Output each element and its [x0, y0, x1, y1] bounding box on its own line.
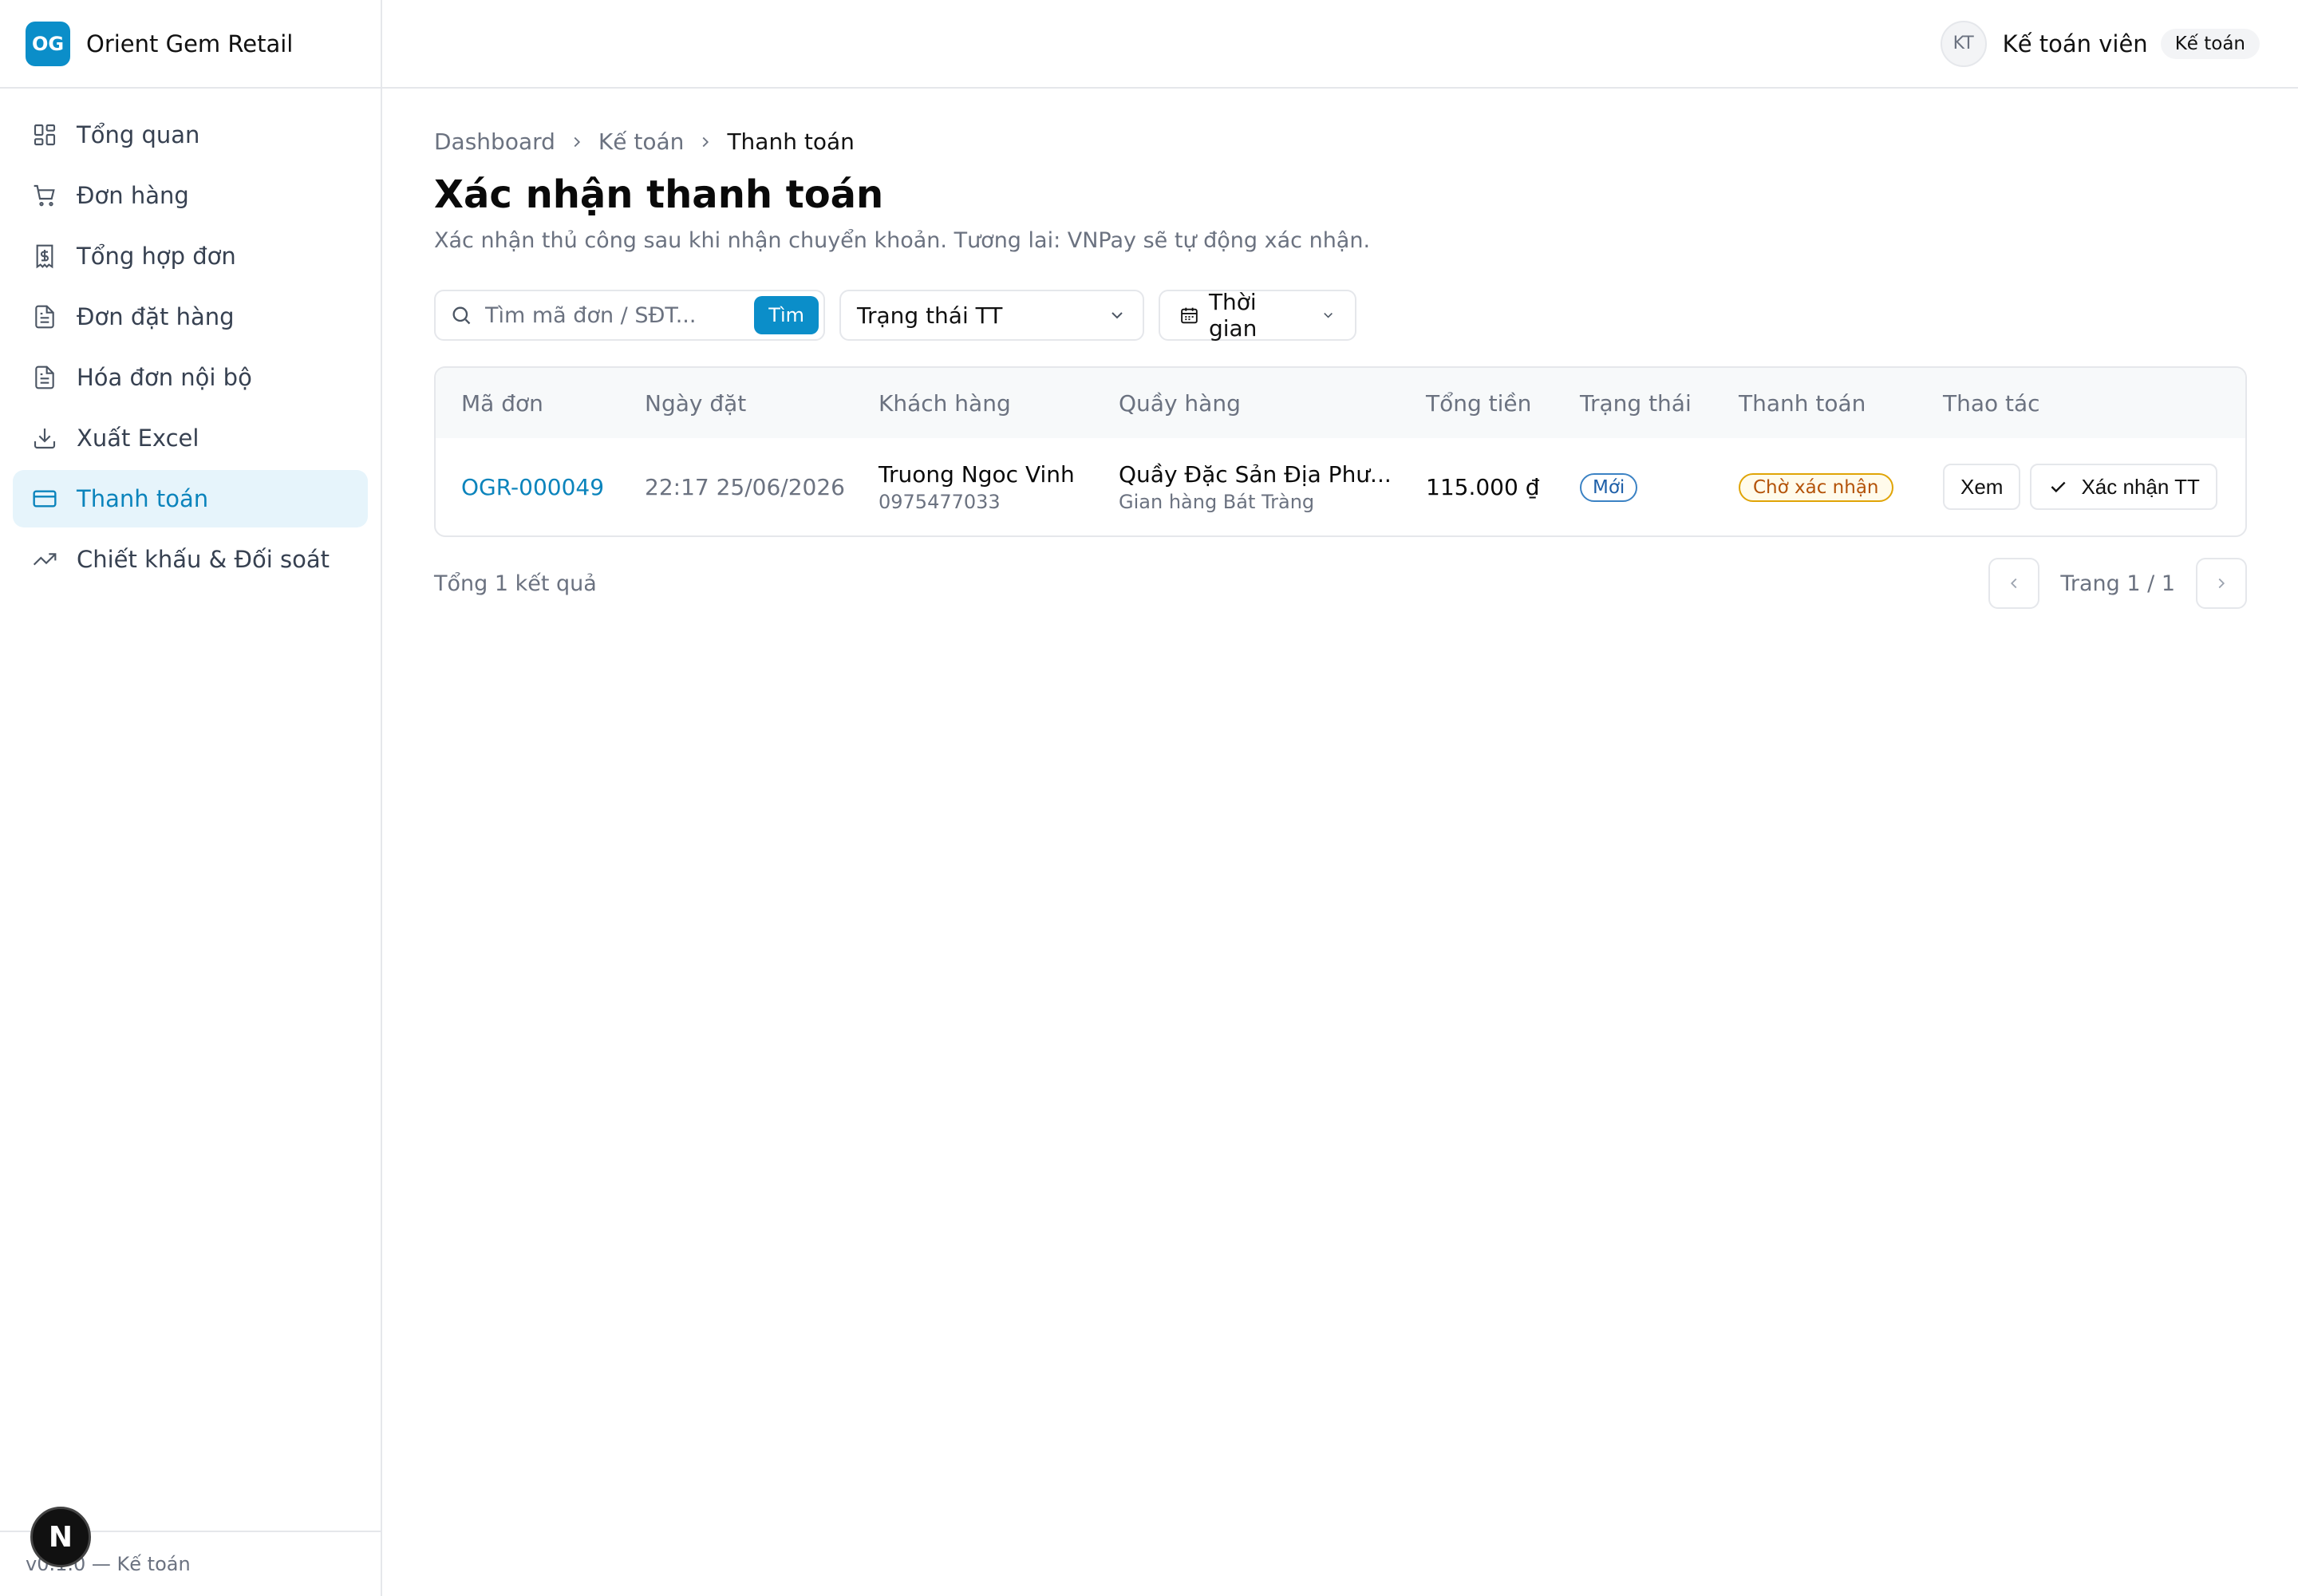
- payment-status-select[interactable]: Trạng thái TT: [839, 290, 1144, 341]
- column-header-customer: Khách hàng: [879, 389, 1011, 417]
- page-subtitle: Xác nhận thủ công sau khi nhận chuyển kh…: [434, 228, 1371, 253]
- sidebar-item-export-excel[interactable]: Xuất Excel: [13, 409, 368, 467]
- sidebar-item-label: Thanh toán: [77, 485, 209, 512]
- document-icon: [32, 365, 57, 390]
- payment-status-select-value: Trạng thái TT: [857, 302, 1003, 329]
- breadcrumb-link-dashboard[interactable]: Dashboard: [434, 128, 555, 155]
- sidebar-item-label: Chiết khấu & Đối soát: [77, 546, 330, 573]
- sidebar-item-discount-reconciliation[interactable]: Chiết khấu & Đối soát: [13, 531, 368, 588]
- payments-table: Mã đơn Ngày đặt Khách hàng Quầy hàng Tổn…: [434, 366, 2247, 537]
- chevron-right-icon: [703, 136, 709, 147]
- calendar-icon: [1181, 307, 1198, 324]
- sidebar-item-internal-invoices[interactable]: Hóa đơn nội bộ: [13, 349, 368, 406]
- cart-icon: [32, 183, 57, 208]
- sidebar-item-purchase-orders[interactable]: Đơn đặt hàng: [13, 288, 368, 346]
- page-title: Xác nhận thanh toán: [434, 172, 884, 217]
- sidebar-item-payments[interactable]: Thanh toán: [13, 470, 368, 527]
- sidebar-nav: Tổng quan Đơn hàng Tổng hợp đơn Đơn đặt …: [0, 89, 381, 588]
- sidebar: OG Orient Gem Retail Tổng quan Đơn hàng …: [0, 0, 382, 1596]
- user-name: Kế toán viên: [2002, 30, 2148, 57]
- column-header-order-date: Ngày đặt: [645, 389, 747, 417]
- search-input[interactable]: [485, 302, 755, 328]
- sidebar-item-label: Hóa đơn nội bộ: [77, 364, 252, 391]
- column-header-counter: Quầy hàng: [1119, 389, 1241, 417]
- column-header-total: Tổng tiền: [1426, 389, 1532, 417]
- chevron-left-icon: [2011, 578, 2017, 589]
- brand-logo: OG: [26, 21, 70, 66]
- search-icon: [452, 306, 471, 325]
- pagination: Trang 1 / 1: [1988, 558, 2247, 609]
- result-count: Tổng 1 kết quả: [434, 571, 597, 596]
- order-id-link[interactable]: OGR-000049: [461, 474, 604, 500]
- row-actions: Xem Xác nhận TT: [1943, 464, 2245, 510]
- chevron-down-icon: [1324, 313, 1333, 318]
- column-header-status: Trạng thái: [1580, 389, 1692, 417]
- view-button-label: Xem: [1960, 474, 2004, 499]
- topbar: KT Kế toán viên Kế toán: [382, 0, 2298, 89]
- chevron-right-icon: [574, 136, 580, 147]
- breadcrumb: Dashboard Kế toán Thanh toán: [434, 128, 2247, 155]
- breadcrumb-current: Thanh toán: [727, 128, 855, 155]
- sidebar-item-orders[interactable]: Đơn hàng: [13, 167, 368, 224]
- sidebar-item-label: Tổng hợp đơn: [77, 243, 236, 270]
- download-icon: [32, 425, 57, 451]
- chevron-right-icon: [2218, 578, 2225, 589]
- next-page-button[interactable]: [2196, 558, 2247, 609]
- avatar[interactable]: KT: [1940, 20, 1987, 67]
- counter-name: Quầy Đặc Sản Địa Phư...: [1119, 460, 1392, 488]
- date-range-label: Thời gian: [1208, 289, 1258, 342]
- sidebar-item-label: Xuất Excel: [77, 425, 199, 452]
- brand[interactable]: OG Orient Gem Retail: [0, 0, 381, 89]
- dashboard-icon: [32, 122, 57, 148]
- role-badge: Kế toán: [2160, 28, 2260, 59]
- order-date: 22:17 25/06/2026: [645, 473, 845, 500]
- sidebar-item-label: Tổng quan: [77, 121, 200, 148]
- prev-page-button[interactable]: [1988, 558, 2040, 609]
- date-range-button[interactable]: Thời gian: [1159, 289, 1356, 342]
- sidebar-item-order-summary[interactable]: Tổng hợp đơn: [13, 227, 368, 285]
- order-total: 115.000 ₫: [1426, 473, 1540, 500]
- search-button[interactable]: Tìm: [754, 296, 819, 334]
- brand-name: Orient Gem Retail: [86, 30, 294, 57]
- status-badge: Mới: [1580, 472, 1638, 502]
- document-icon: [32, 304, 57, 330]
- counter-sub: Gian hàng Bát Tràng: [1119, 490, 1315, 513]
- table-footer: Tổng 1 kết quả Trang 1 / 1: [434, 558, 2247, 609]
- table-row: OGR-000049 22:17 25/06/2026 Truong Ngoc …: [436, 438, 2245, 535]
- breadcrumb-link-accounting[interactable]: Kế toán: [598, 128, 685, 155]
- view-button[interactable]: Xem: [1943, 464, 2021, 510]
- page-indicator: Trang 1 / 1: [2060, 571, 2175, 596]
- customer-name: Truong Ngoc Vinh: [879, 460, 1075, 488]
- column-header-actions: Thao tác: [1943, 389, 2040, 417]
- search-box: Tìm: [434, 290, 825, 341]
- trending-up-icon: [32, 547, 57, 572]
- confirm-payment-label: Xác nhận TT: [2081, 474, 2200, 499]
- check-icon: [2051, 481, 2066, 493]
- chevron-down-icon: [1111, 312, 1123, 319]
- table-header-row: Mã đơn Ngày đặt Khách hàng Quầy hàng Tổn…: [436, 368, 2245, 438]
- payment-status-badge: Chờ xác nhận: [1739, 472, 1893, 502]
- receipt-icon: [32, 243, 57, 269]
- confirm-payment-button[interactable]: Xác nhận TT: [2030, 464, 2217, 510]
- filter-bar: Tìm Trạng thái TT Thời gian: [434, 289, 2247, 342]
- sidebar-item-label: Đơn hàng: [77, 182, 189, 209]
- customer-phone: 0975477033: [879, 490, 1001, 513]
- nextjs-dev-badge[interactable]: N: [30, 1507, 91, 1567]
- credit-card-icon: [32, 486, 57, 512]
- column-header-order-id: Mã đơn: [461, 389, 543, 417]
- sidebar-item-overview[interactable]: Tổng quan: [13, 106, 368, 164]
- sidebar-item-label: Đơn đặt hàng: [77, 303, 235, 330]
- main-content: Dashboard Kế toán Thanh toán Xác nhận th…: [434, 89, 2247, 609]
- column-header-payment: Thanh toán: [1739, 389, 1866, 417]
